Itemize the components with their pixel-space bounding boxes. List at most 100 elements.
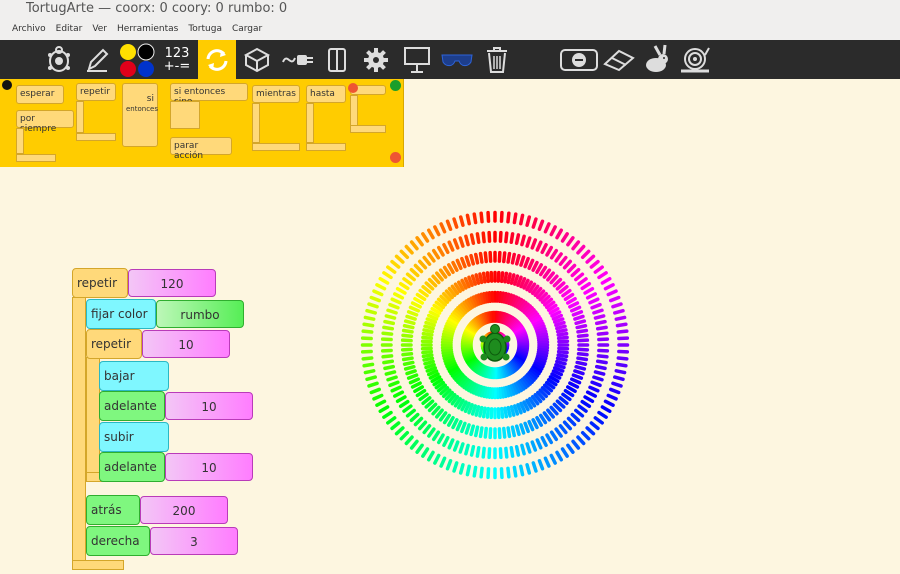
ray-dash [390, 421, 401, 431]
pencil-icon[interactable] [82, 40, 112, 79]
ray-dash [569, 305, 582, 313]
ray-dash [485, 271, 491, 284]
info-icon[interactable] [2, 80, 12, 90]
ray-dash [485, 291, 490, 304]
ray-dash [573, 369, 585, 376]
ray-dash [575, 360, 588, 366]
ray-dash [421, 335, 434, 341]
ray-dash [441, 350, 454, 355]
ray-dash [545, 433, 553, 445]
ray-dash [555, 356, 568, 362]
ray-dash [469, 444, 476, 457]
right-value[interactable]: 3 [150, 527, 238, 555]
ray-dash [415, 388, 427, 398]
palette-block-si-entonces-sino[interactable]: si entonces sino [170, 83, 248, 107]
palette-block-mientras-foot [252, 143, 300, 151]
ray-dash [520, 443, 526, 456]
forward-block-1[interactable]: adelante [99, 391, 165, 421]
ray-dash [423, 324, 435, 331]
trash-icon[interactable] [482, 40, 512, 79]
palette-block-por-siempre[interactable]: por siempre [16, 110, 74, 134]
repeat-outer-value[interactable]: 120 [128, 269, 216, 297]
menu-herramientas[interactable]: Herramientas [115, 20, 180, 40]
palette-block-hasta[interactable]: hasta [306, 85, 346, 103]
media-icon[interactable] [322, 40, 352, 79]
sensors-icon[interactable] [280, 40, 316, 79]
set-color-value[interactable]: rumbo [156, 300, 244, 328]
ray-dash [566, 263, 577, 274]
collapse-icon[interactable] [390, 152, 401, 163]
ray-dash [588, 385, 600, 393]
ray-dash [600, 405, 612, 413]
ray-dash [469, 424, 476, 437]
repeat-inner-value[interactable]: 10 [142, 330, 230, 358]
blocks-icon[interactable] [240, 40, 274, 79]
numbers-icon[interactable]: 123 +-= [161, 40, 193, 79]
menu-editar[interactable]: Editar [54, 20, 85, 40]
ray-dash [427, 450, 435, 462]
right-block[interactable]: derecha [86, 526, 150, 556]
ray-dash [616, 329, 629, 334]
settings-icon[interactable] [360, 40, 392, 79]
menu-ver[interactable]: Ver [90, 20, 109, 40]
ray-dash [478, 272, 484, 285]
ray-dash [460, 421, 467, 434]
ray-dash [447, 240, 455, 252]
ray-dash [570, 412, 581, 423]
colors-icon[interactable] [118, 40, 156, 79]
forward-1-value[interactable]: 10 [165, 392, 253, 420]
next-arrow-icon[interactable] [390, 80, 401, 91]
pen-up-block[interactable]: subir pluma [99, 422, 169, 472]
ray-dash [375, 283, 387, 291]
back-value[interactable]: 200 [140, 496, 228, 524]
ray-dash [382, 410, 393, 419]
ray-dash [497, 387, 503, 399]
back-block[interactable]: atrás [86, 495, 140, 525]
set-color-block[interactable]: fijar color [86, 299, 156, 329]
forward-2-value[interactable]: 10 [165, 453, 253, 481]
ray-dash [595, 325, 608, 331]
glasses-icon[interactable] [438, 40, 476, 79]
presentation-icon[interactable] [400, 40, 434, 79]
ray-dash [555, 228, 563, 240]
flow-icon[interactable] [198, 40, 236, 79]
palette-block-mientras[interactable]: mientras [252, 85, 300, 103]
ray-dash [413, 263, 424, 274]
ray-dash [394, 254, 405, 264]
ray-dash [481, 271, 487, 284]
menu-archivo[interactable]: Archivo [10, 20, 48, 40]
menu-cargar[interactable]: Cargar [230, 20, 264, 40]
drawing-canvas[interactable]: repetir 120 fijar color rumbo repetir 10… [0, 167, 900, 574]
ray-dash [611, 302, 623, 309]
ray-dash [571, 373, 584, 380]
eraser-icon[interactable] [600, 40, 638, 79]
remove-icon[interactable] [348, 83, 358, 93]
palette-block-esperar[interactable]: esperar [16, 85, 64, 104]
repeat-inner-block[interactable]: repetir [86, 329, 142, 359]
ray-dash [560, 447, 569, 458]
ray-dash [442, 435, 450, 447]
pen-down-block[interactable]: bajar pluma [99, 361, 169, 411]
ray-dash [549, 430, 559, 442]
ray-dash [478, 251, 484, 264]
palette-block-repetir[interactable]: repetir [76, 83, 116, 101]
ray-dash [576, 328, 589, 334]
menu-tortuga[interactable]: Tortuga [186, 20, 224, 40]
ray-dash [475, 445, 481, 458]
ray-dash [431, 430, 441, 442]
turtle-sprite-icon[interactable] [479, 324, 511, 362]
repeat-outer-block[interactable]: repetir [72, 268, 128, 298]
forward-block-2[interactable]: adelante [99, 452, 165, 482]
palette-block-parar-accion[interactable]: parar acción [170, 137, 232, 161]
ray-dash [531, 260, 539, 272]
ray-dash [361, 329, 374, 334]
rabbit-icon[interactable] [640, 40, 672, 79]
ray-dash [554, 252, 563, 263]
ray-dash [514, 424, 521, 437]
ray-dash [409, 412, 420, 423]
turtle-icon[interactable] [42, 40, 76, 79]
ray-dash [363, 315, 376, 321]
stop-icon[interactable] [558, 40, 600, 79]
palette-block-si[interactable]: si entonces [122, 83, 158, 147]
snail-icon[interactable] [678, 40, 712, 79]
